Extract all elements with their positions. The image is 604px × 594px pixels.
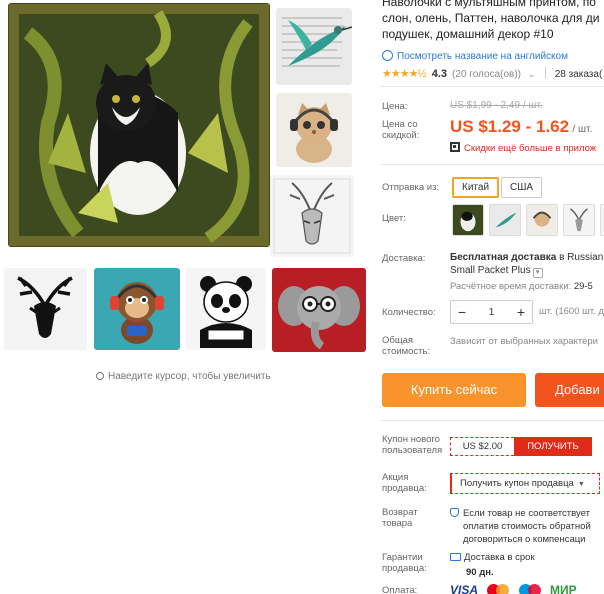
get-coupon-button[interactable]: ПОЛУЧИТЬ	[514, 437, 592, 456]
ship-from-usa-option[interactable]: США	[501, 177, 543, 198]
returns-info: Если товар не соответствует оплатив стои…	[450, 507, 591, 546]
payment-label: Оплата:	[382, 585, 418, 594]
product-title: Наволочки с мультяшным принтом, по слон,…	[382, 0, 604, 42]
delivery-method[interactable]: Бесплатная доставка в Russian Small Pack…	[450, 251, 603, 278]
returns-line-1: Если товар не соответствует	[463, 508, 590, 519]
sale-price-label: Цена со скидкой:	[382, 119, 420, 141]
ship-from-china-option[interactable]: Китай	[452, 177, 500, 198]
zoom-hint-text: Наведите курсор, чтобы увеличить	[108, 371, 271, 382]
bird-pillow-image	[276, 8, 352, 85]
seller-coupon-dropdown[interactable]: Получить купон продавца ▼	[450, 473, 600, 494]
estimate-value: 29-5	[573, 281, 593, 292]
color-swatch-cat[interactable]	[452, 204, 484, 236]
returns-line-2: оплатив стоимость обратной	[463, 521, 591, 532]
quantity-stepper: − 1 +	[450, 300, 533, 324]
main-product-image[interactable]	[8, 3, 270, 247]
guarantee-days: 90 дн.	[466, 567, 494, 578]
estimate-label: Расчётное время доставки:	[450, 281, 572, 292]
color-swatch-kitten[interactable]	[526, 204, 558, 236]
thumbnail-panda[interactable]	[186, 268, 266, 350]
rating-votes[interactable]: (20 голоса(ов))	[452, 69, 521, 80]
new-user-coupon-label: Купон нового пользователя	[382, 434, 443, 456]
shield-icon	[450, 508, 459, 517]
per-unit-label: / шт.	[572, 124, 593, 135]
title-line-2: слон, олень, Паттен, наволочка для ди	[382, 11, 600, 25]
color-label: Цвет:	[382, 213, 406, 224]
seller-promo-label: Акция продавца:	[382, 472, 427, 494]
translate-link[interactable]: Посмотреть название на английском	[382, 50, 568, 62]
thumbnail-deer-sketch[interactable]	[270, 175, 354, 257]
original-price: US $1,99 - 2,49 / шт.	[450, 100, 543, 111]
orders-count: 28 заказа(	[554, 69, 603, 80]
translate-icon	[382, 50, 393, 61]
panda-pillow-image	[186, 268, 266, 350]
color-swatch-deer-2[interactable]	[600, 204, 604, 236]
guarantee-line-1: Доставка в срок	[464, 552, 535, 563]
chevron-down-icon[interactable]: ⌄	[528, 69, 536, 79]
total-value: Зависит от выбранных характери	[450, 336, 598, 347]
translate-link-text[interactable]: Посмотреть название на английском	[397, 51, 568, 62]
delivery-free-text: Бесплатная доставка	[450, 252, 557, 263]
rating-row: ★★★★½ 4.3 (20 голоса(ов)) ⌄ 28 заказа(	[382, 67, 602, 80]
returns-line-3: договориться о компенсаци	[463, 534, 586, 545]
thumbnail-monkey-headphones[interactable]	[94, 268, 180, 350]
cat-pillow-image	[8, 3, 270, 247]
quantity-decrease-button[interactable]: −	[451, 302, 473, 322]
mastercard-icon	[487, 583, 510, 594]
price-label: Цена:	[382, 101, 408, 112]
guarantee-info: Доставка в срок 90 дн.	[450, 550, 535, 580]
delivery-label: Доставка:	[382, 253, 426, 264]
chevron-down-icon[interactable]: ▼	[578, 481, 585, 488]
returns-label: Возврат товара	[382, 507, 418, 529]
mir-icon: МИР	[550, 583, 577, 594]
color-swatch-bird[interactable]	[489, 204, 521, 236]
quantity-input[interactable]: 1	[473, 307, 510, 318]
thumbnail-deer-silhouette[interactable]	[4, 268, 87, 350]
visa-icon: VISA	[450, 583, 479, 594]
payment-methods: VISA МИР	[450, 583, 583, 594]
kitten-pillow-image	[276, 93, 352, 167]
rating-value: 4.3	[431, 68, 447, 80]
color-swatch-deer[interactable]	[563, 204, 595, 236]
add-to-cart-button[interactable]: Добави	[535, 373, 604, 407]
maestro-icon	[518, 583, 541, 594]
buy-now-button[interactable]: Купить сейчас	[382, 373, 526, 407]
title-line-1: Наволочки с мультяшным принтом, по	[382, 0, 596, 9]
truck-icon	[450, 553, 461, 561]
sale-price-value: US $1.29 - 1.62	[450, 117, 570, 136]
app-promo-link[interactable]: Скидки ещё больше в прилож	[450, 142, 596, 154]
deer-sketch-pillow-image	[270, 175, 354, 257]
divider	[380, 164, 604, 165]
monkey-pillow-image	[94, 268, 180, 350]
divider	[544, 67, 546, 78]
divider	[380, 86, 604, 87]
new-user-coupon-value: US $2.00	[450, 437, 514, 456]
quantity-available: шт. (1600 шт. д	[539, 306, 604, 317]
product-info-panel: Наволочки с мультяшным принтом, по слон,…	[380, 0, 604, 594]
thumbnail-elephant[interactable]	[272, 268, 366, 352]
seller-coupon-text[interactable]: Получить купон продавца	[460, 478, 574, 489]
zoom-hint: Наведите курсор, чтобы увеличить	[96, 371, 271, 382]
magnifier-icon	[96, 372, 104, 380]
thumbnail-bird[interactable]	[276, 8, 352, 85]
ship-from-label: Отправка из:	[382, 182, 440, 193]
delivery-carrier-text: в Russian	[556, 252, 604, 263]
chevron-down-icon[interactable]: ▾	[532, 268, 543, 278]
guarantee-label: Гарантии продавца:	[382, 552, 427, 574]
total-label: Общая стоимость:	[382, 335, 431, 357]
star-rating-icon: ★★★★½	[382, 68, 427, 80]
deer-silhouette-pillow-image	[4, 268, 87, 350]
qr-code-icon	[450, 142, 460, 152]
delivery-carrier-line2: Small Packet Plus	[450, 265, 531, 276]
app-promo-text[interactable]: Скидки ещё больше в прилож	[464, 143, 596, 154]
divider	[380, 420, 604, 421]
delivery-estimate: Расчётное время доставки: 29-5	[450, 281, 593, 292]
title-line-3: подушек, домашний декор #10	[382, 27, 554, 41]
thumbnail-kitten-headphones[interactable]	[276, 93, 352, 167]
elephant-pillow-image	[272, 268, 366, 352]
sale-price: US $1.29 - 1.62 / шт.	[450, 117, 592, 137]
quantity-label: Количество:	[382, 307, 436, 318]
quantity-increase-button[interactable]: +	[510, 302, 532, 322]
